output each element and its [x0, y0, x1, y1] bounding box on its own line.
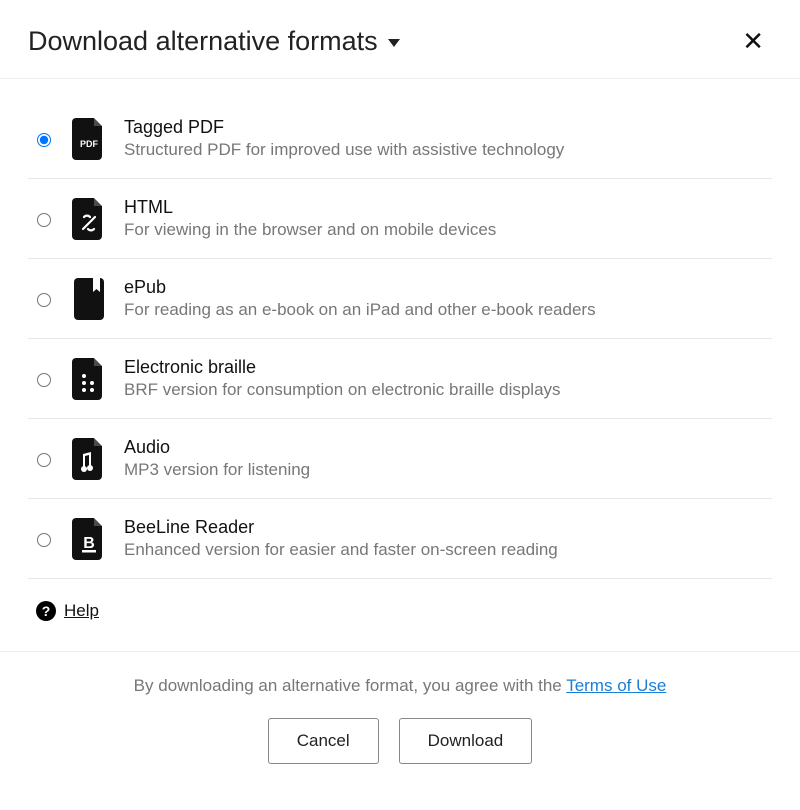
pdf-file-icon: PDF — [72, 118, 106, 160]
cancel-button[interactable]: Cancel — [268, 718, 379, 764]
radio-audio[interactable] — [37, 453, 51, 467]
option-desc: MP3 version for listening — [124, 460, 768, 480]
audio-file-icon — [72, 438, 106, 480]
option-text: Audio MP3 version for listening — [124, 437, 768, 480]
help-link[interactable]: Help — [64, 601, 99, 621]
formats-list: PDF Tagged PDF Structured PDF for improv… — [0, 79, 800, 579]
radio-beeline[interactable] — [37, 533, 51, 547]
option-title: BeeLine Reader — [124, 517, 768, 538]
beeline-file-icon: B — [72, 518, 106, 560]
help-icon: ? — [36, 601, 56, 621]
option-title: Electronic braille — [124, 357, 768, 378]
dialog-footer: By downloading an alternative format, yo… — [0, 651, 800, 780]
braille-file-icon — [72, 358, 106, 400]
epub-book-icon — [72, 278, 106, 320]
terms-of-use-link[interactable]: Terms of Use — [566, 676, 666, 695]
dialog-header: Download alternative formats ✕ — [0, 0, 800, 79]
option-title: ePub — [124, 277, 768, 298]
format-option-audio[interactable]: Audio MP3 version for listening — [28, 419, 772, 499]
option-desc: Structured PDF for improved use with ass… — [124, 140, 768, 160]
format-option-epub[interactable]: ePub For reading as an e-book on an iPad… — [28, 259, 772, 339]
format-option-html[interactable]: HTML For viewing in the browser and on m… — [28, 179, 772, 259]
close-button[interactable]: ✕ — [738, 24, 768, 58]
option-text: HTML For viewing in the browser and on m… — [124, 197, 768, 240]
option-desc: Enhanced version for easier and faster o… — [124, 540, 768, 560]
radio-tagged-pdf[interactable] — [37, 133, 51, 147]
option-text: Electronic braille BRF version for consu… — [124, 357, 768, 400]
option-text: BeeLine Reader Enhanced version for easi… — [124, 517, 768, 560]
option-desc: For viewing in the browser and on mobile… — [124, 220, 768, 240]
download-button[interactable]: Download — [399, 718, 533, 764]
option-title: Tagged PDF — [124, 117, 768, 138]
format-option-braille[interactable]: Electronic braille BRF version for consu… — [28, 339, 772, 419]
option-title: HTML — [124, 197, 768, 218]
option-desc: For reading as an e-book on an iPad and … — [124, 300, 768, 320]
agree-prefix: By downloading an alternative format, yo… — [134, 676, 567, 695]
option-title: Audio — [124, 437, 768, 458]
agree-text: By downloading an alternative format, yo… — [28, 676, 772, 696]
option-desc: BRF version for consumption on electroni… — [124, 380, 768, 400]
format-option-tagged-pdf[interactable]: PDF Tagged PDF Structured PDF for improv… — [28, 89, 772, 179]
svg-text:B: B — [83, 535, 95, 552]
help-row: ? Help — [0, 579, 800, 651]
html-file-icon — [72, 198, 106, 240]
close-icon: ✕ — [742, 26, 764, 56]
radio-epub[interactable] — [37, 293, 51, 307]
option-text: Tagged PDF Structured PDF for improved u… — [124, 117, 768, 160]
radio-braille[interactable] — [37, 373, 51, 387]
dialog-title: Download alternative formats — [28, 26, 378, 57]
format-option-beeline[interactable]: B BeeLine Reader Enhanced version for ea… — [28, 499, 772, 579]
title-dropdown[interactable]: Download alternative formats — [28, 26, 400, 57]
caret-down-icon — [388, 39, 400, 47]
option-text: ePub For reading as an e-book on an iPad… — [124, 277, 768, 320]
svg-text:PDF: PDF — [80, 139, 99, 149]
footer-buttons: Cancel Download — [28, 718, 772, 764]
radio-html[interactable] — [37, 213, 51, 227]
